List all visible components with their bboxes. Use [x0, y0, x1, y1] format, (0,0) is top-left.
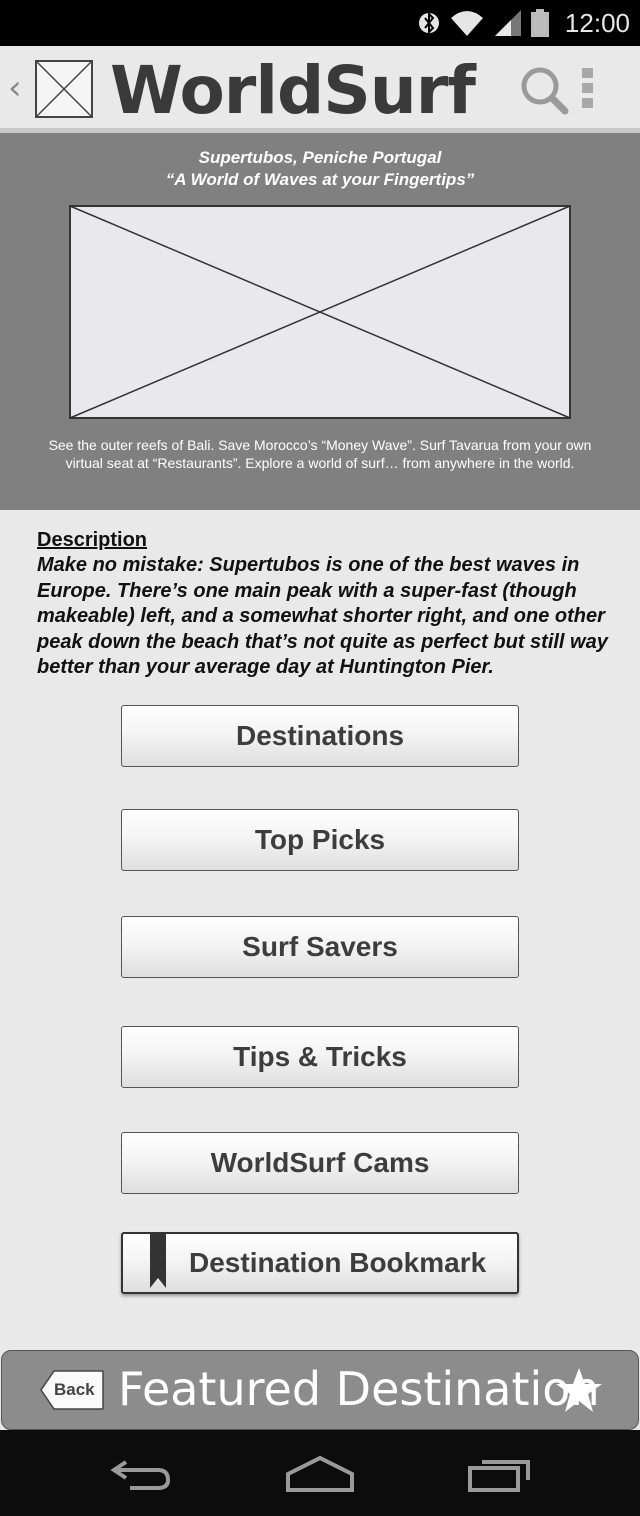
signal-icon: [494, 10, 521, 36]
hero-title: Supertubos, Peniche Portugal: [198, 148, 442, 167]
battery-icon: [530, 9, 549, 37]
status-icons: 12:00: [418, 0, 630, 46]
bookmark-icon: [150, 1234, 166, 1288]
description-body: Make no mistake: Supertubos is one of th…: [37, 554, 608, 678]
destination-bookmark-label: Destination Bookmark: [189, 1247, 487, 1278]
star-icon[interactable]: [555, 1367, 603, 1413]
destination-bookmark-button[interactable]: Destination Bookmark: [121, 1232, 519, 1294]
recent-apps-nav-icon[interactable]: [468, 1454, 532, 1494]
home-nav-icon[interactable]: [286, 1454, 354, 1494]
top-picks-button[interactable]: Top Picks: [121, 809, 519, 871]
status-bar: 12:00: [0, 0, 640, 46]
hero-banner: Supertubos, Peniche Portugal “A World of…: [0, 133, 640, 510]
back-label: Back: [54, 1380, 95, 1399]
description-section: Description Make no mistake: Supertubos …: [37, 527, 612, 681]
hero-caption: See the outer reefs of Bali. Save Morocc…: [48, 437, 592, 471]
app-title: WorldSurf: [110, 52, 476, 129]
back-button[interactable]: Back: [40, 1370, 104, 1410]
search-icon[interactable]: [518, 64, 570, 116]
system-nav-bar: [0, 1430, 640, 1516]
tips-tricks-button[interactable]: Tips & Tricks: [121, 1026, 519, 1088]
clock: 12:00: [564, 7, 630, 38]
surf-savers-button[interactable]: Surf Savers: [121, 916, 519, 978]
featured-destination-bar[interactable]: Back Featured Destination: [1, 1350, 639, 1430]
hero-tagline: “A World of Waves at your Fingertips”: [165, 170, 475, 189]
worldsurf-cams-button[interactable]: WorldSurf Cams: [121, 1132, 519, 1194]
featured-destination-title: Featured Destination: [118, 1362, 600, 1416]
app-logo-placeholder[interactable]: [35, 60, 93, 118]
back-nav-icon[interactable]: [110, 1454, 174, 1494]
up-chevron-icon[interactable]: ‹: [8, 68, 22, 108]
destinations-button[interactable]: Destinations: [121, 705, 519, 767]
wifi-icon: [450, 11, 483, 36]
overflow-menu-icon[interactable]: [578, 68, 596, 112]
action-bar: ‹ WorldSurf: [0, 46, 640, 133]
bluetooth-icon: [418, 11, 439, 35]
hero-image-placeholder[interactable]: [69, 205, 571, 419]
description-heading: Description: [37, 529, 148, 551]
